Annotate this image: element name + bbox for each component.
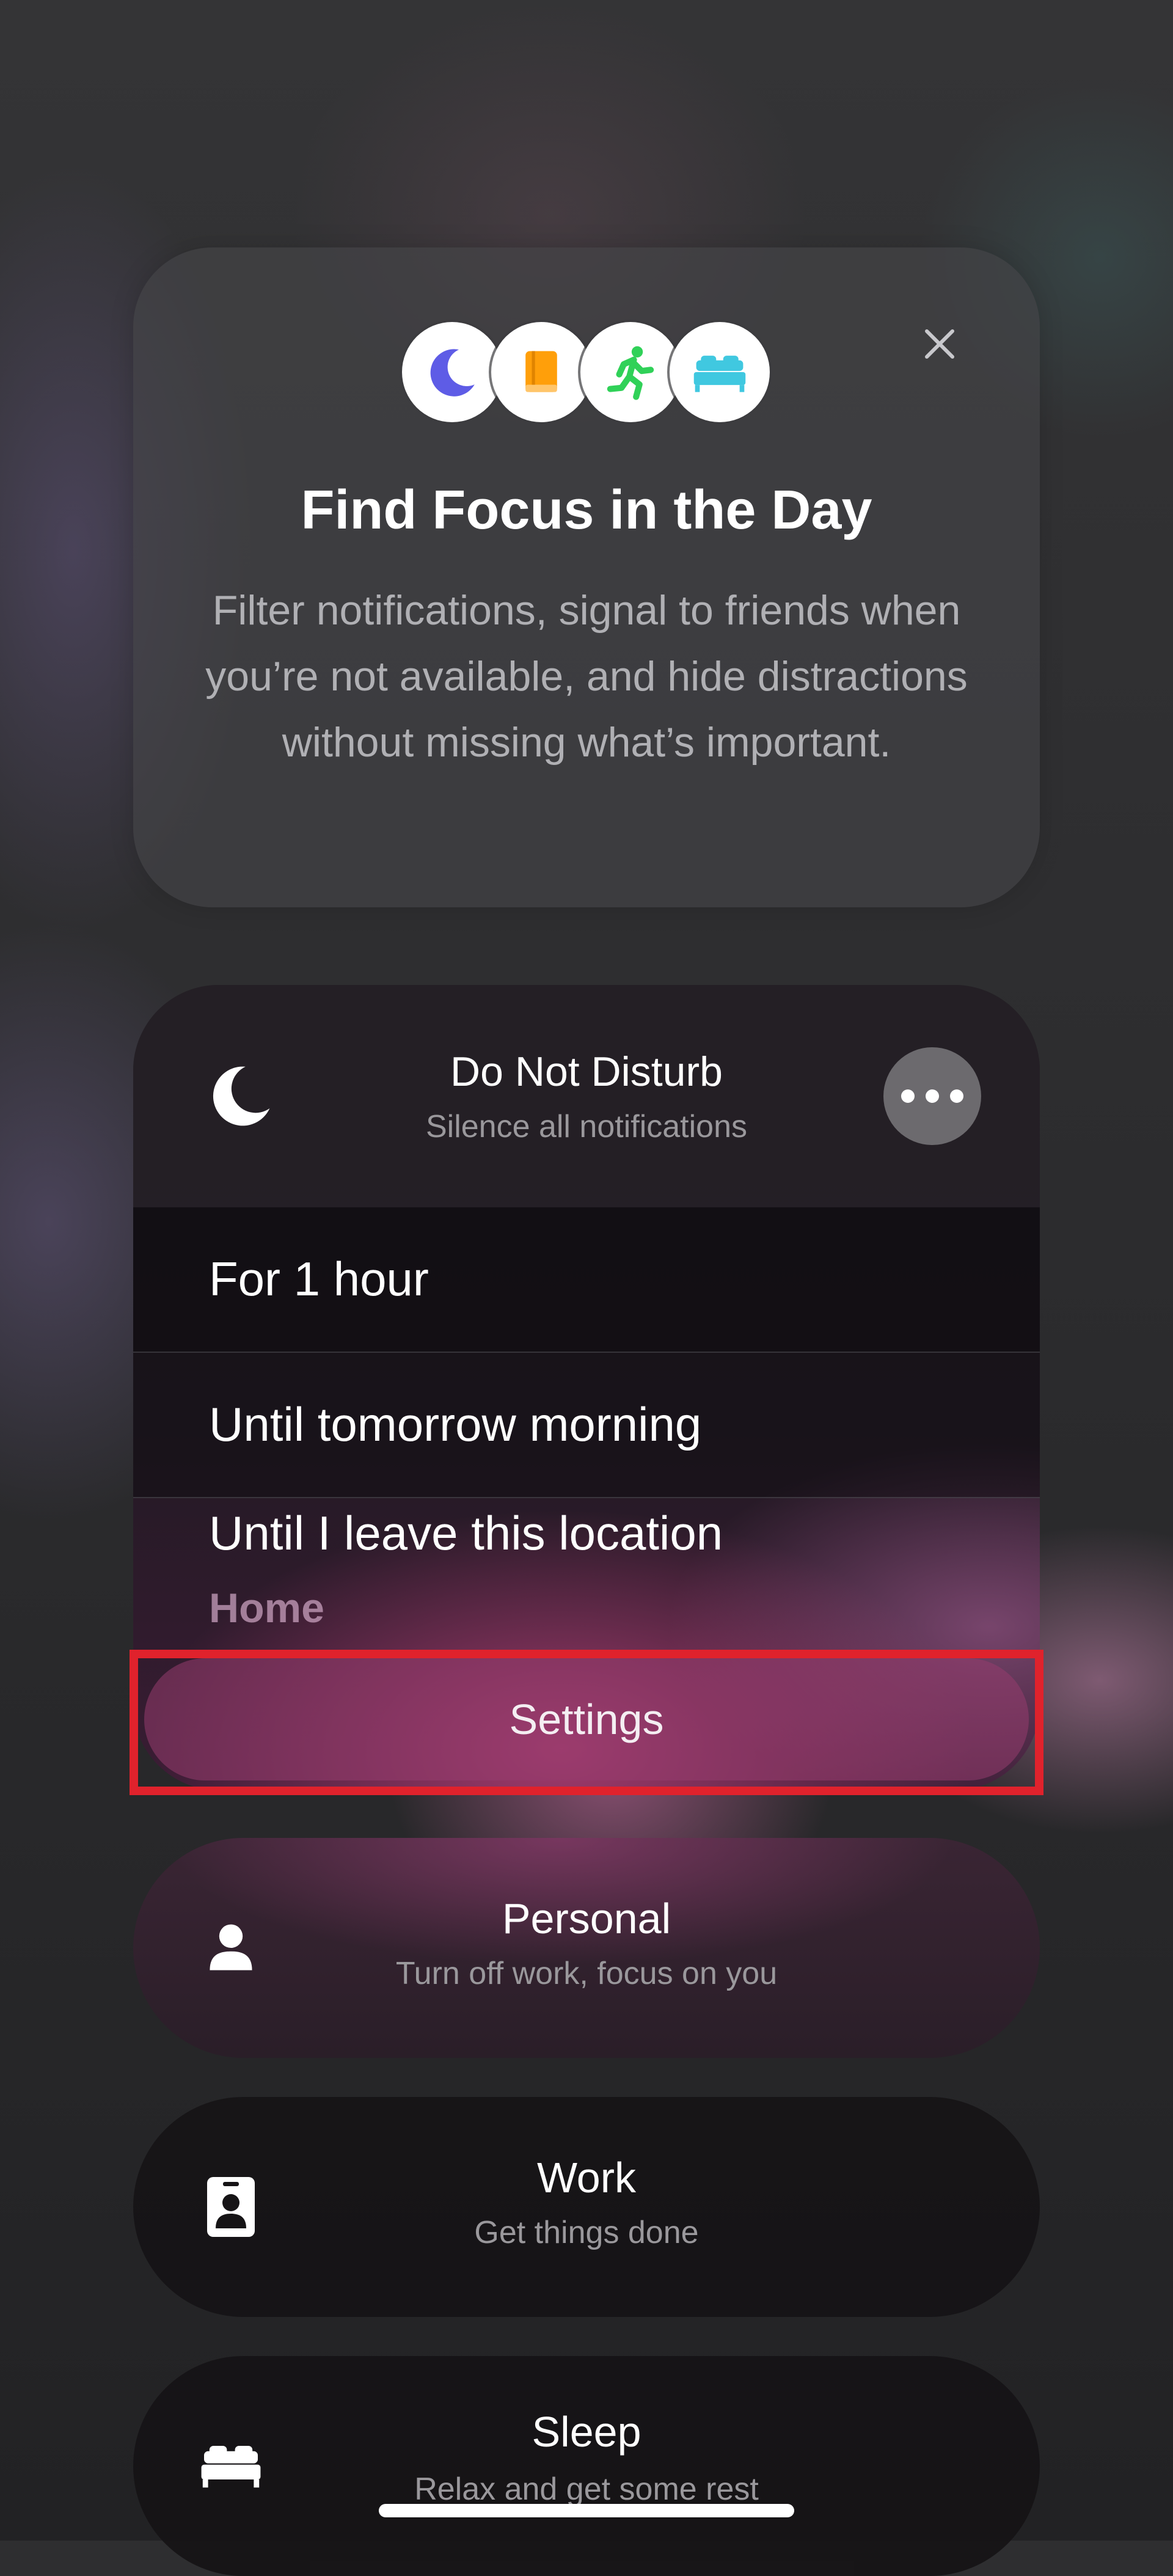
more-options-button[interactable] xyxy=(883,1047,981,1145)
book-icon xyxy=(491,322,591,422)
focus-icons-row xyxy=(402,322,771,425)
highlight-box xyxy=(130,1650,1043,1795)
bed-icon xyxy=(670,322,770,422)
focus-mode-sleep[interactable]: Sleep Relax and get some rest xyxy=(133,2356,1040,2576)
home-indicator[interactable] xyxy=(379,2504,794,2517)
focus-mode-personal[interactable]: Personal Turn off work, focus on you xyxy=(133,1838,1040,2058)
do-not-disturb-header[interactable]: Do Not Disturb Silence all notifications xyxy=(133,985,1040,1207)
focus-mode-subtitle: Relax and get some rest xyxy=(414,2472,759,2507)
moon-icon xyxy=(402,322,502,422)
option-until-tomorrow-morning[interactable]: Until tomorrow morning xyxy=(133,1353,1040,1498)
intro-title: Find Focus in the Day xyxy=(301,480,872,541)
option-label: For 1 hour xyxy=(209,1252,429,1306)
focus-mode-work[interactable]: Work Get things done xyxy=(133,2097,1040,2317)
focus-mode-title: Personal xyxy=(502,1895,671,1942)
focus-mode-subtitle: Turn off work, focus on you xyxy=(395,1956,778,1991)
focus-mode-subtitle: Get things done xyxy=(474,2215,699,2250)
close-icon[interactable] xyxy=(919,324,960,364)
intro-description: Filter notifications, signal to friends … xyxy=(205,587,968,766)
option-for-1-hour[interactable]: For 1 hour xyxy=(133,1207,1040,1353)
option-until-leave-location[interactable]: Until I leave this location Home xyxy=(133,1498,1040,1648)
ellipsis-icon xyxy=(901,1089,915,1103)
option-label: Until I leave this location xyxy=(209,1506,723,1560)
focus-mode-title: Sleep xyxy=(532,2408,641,2456)
running-figure-icon xyxy=(580,322,681,422)
option-location-name: Home xyxy=(209,1585,324,1631)
focus-mode-title: Work xyxy=(536,2154,637,2201)
option-label: Until tomorrow morning xyxy=(209,1397,702,1451)
